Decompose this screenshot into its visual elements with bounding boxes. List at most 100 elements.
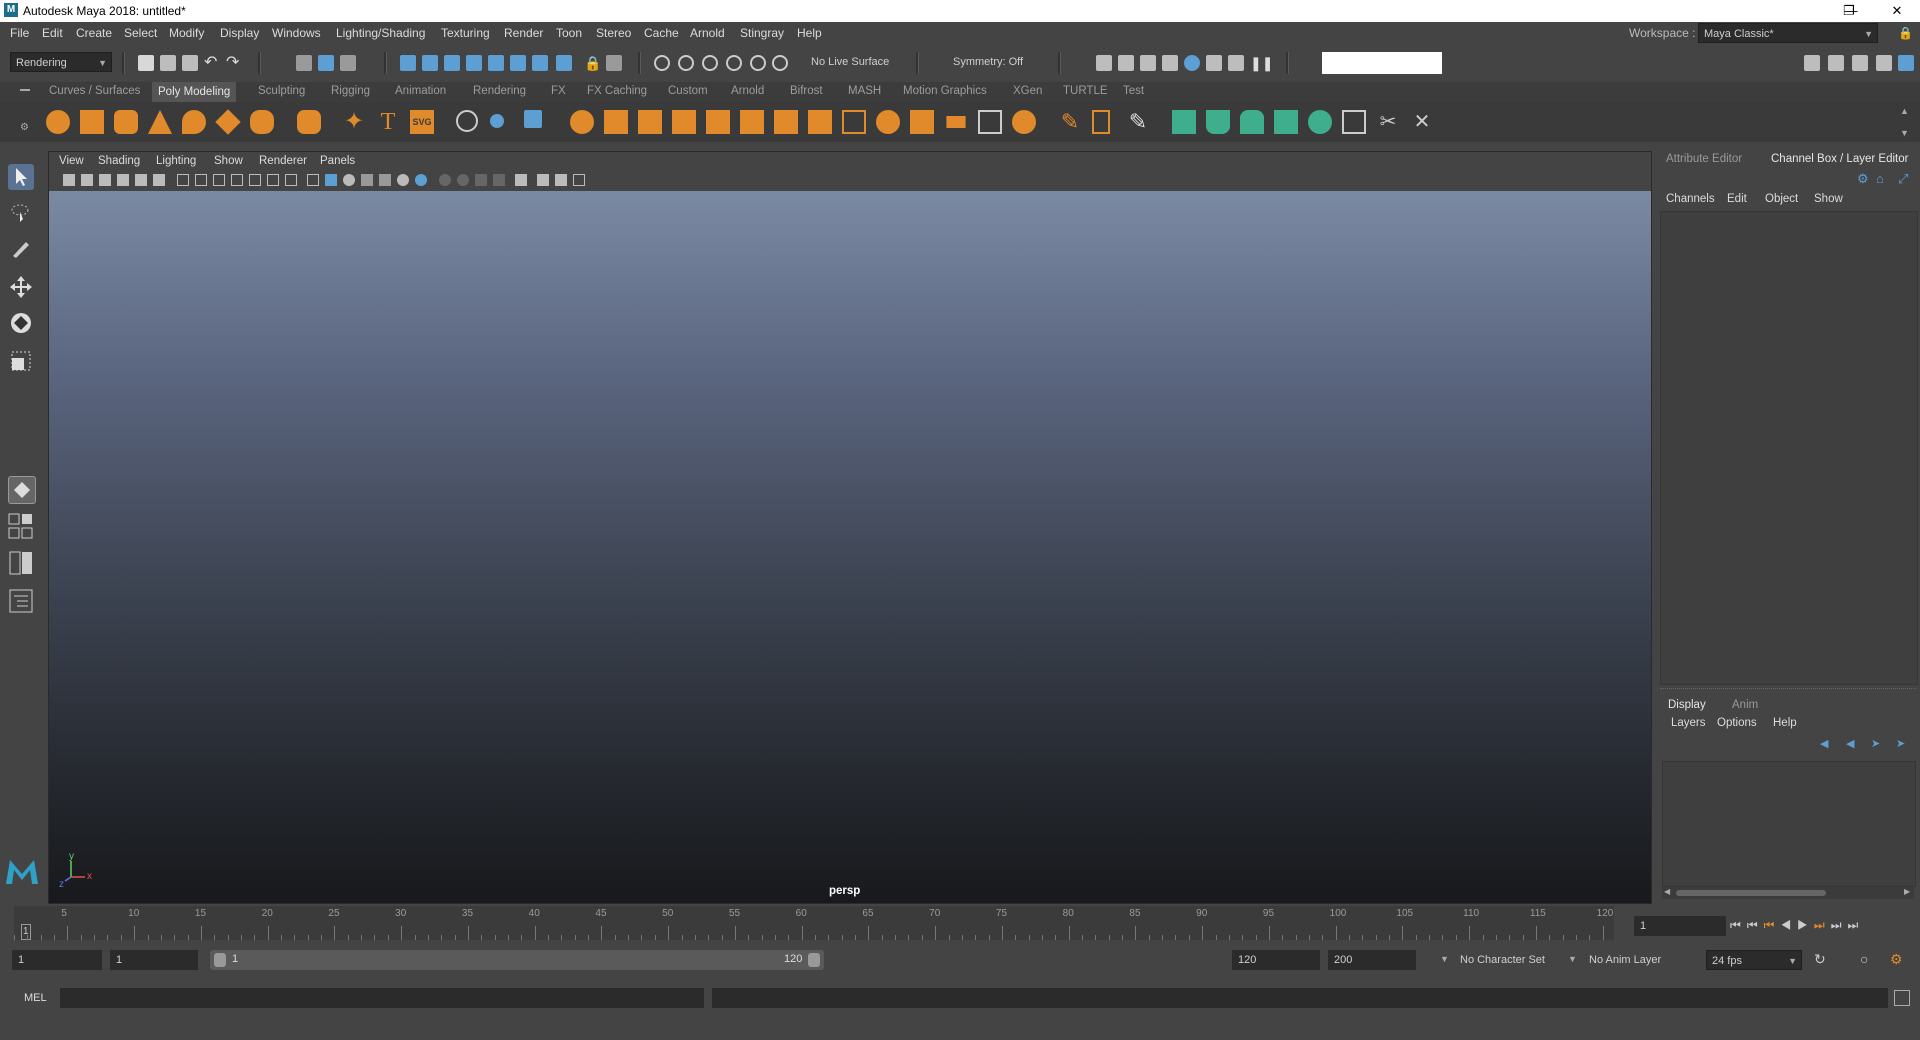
shelf-tab-poly-modeling[interactable]: Poly Modeling [152, 82, 237, 102]
menu-lighting-shading[interactable]: Lighting/Shading [336, 26, 425, 40]
script-editor-icon[interactable] [1894, 990, 1910, 1006]
viewport-menu-renderer[interactable]: Renderer [259, 155, 307, 167]
xray-joints-icon[interactable] [537, 174, 549, 186]
film-gate-icon[interactable] [195, 174, 207, 186]
channels-menu-edit[interactable]: Edit [1727, 193, 1747, 205]
scroll-thumb[interactable] [1676, 890, 1826, 896]
snap-help-icon[interactable] [556, 55, 572, 71]
menu-edit[interactable]: Edit [42, 26, 63, 40]
channels-menu-show[interactable]: Show [1814, 193, 1843, 205]
menu-file[interactable]: File [10, 26, 29, 40]
image-plane-icon[interactable] [117, 174, 129, 186]
bookmarks-icon[interactable] [99, 174, 111, 186]
append-icon[interactable] [946, 116, 966, 128]
shelf-settings-icon[interactable]: ⚙ [20, 122, 29, 133]
menu-texturing[interactable]: Texturing [441, 26, 490, 40]
use-all-lights-icon[interactable] [379, 174, 391, 186]
safe-title-icon[interactable] [285, 174, 297, 186]
time-ruler[interactable]: 1 5 10 15 20 25 30 35 40 45 50 55 60 65 70 75 80 85 90 95 1… [14, 906, 1614, 940]
select-object-icon[interactable] [318, 55, 334, 71]
step-back-frame-icon[interactable]: ⏮ [1747, 918, 1764, 932]
sculpt-tool-icon[interactable] [456, 110, 478, 132]
anim-layer-label[interactable]: No Anim Layer [1589, 954, 1661, 966]
exposure-icon[interactable] [573, 174, 585, 186]
select-tool-icon[interactable] [8, 164, 34, 190]
symmetry-dropdown[interactable]: Symmetry: Off [948, 52, 1044, 72]
poly-torus-icon[interactable] [182, 110, 206, 134]
smooth-icon[interactable] [672, 110, 696, 134]
new-empty-layer-icon[interactable]: ➤ [1871, 737, 1880, 750]
super-shape-icon[interactable]: ✦ [342, 110, 366, 134]
shelf-tab-animation[interactable]: Animation [395, 85, 446, 97]
quad-draw-icon[interactable]: ✎ [1126, 110, 1150, 134]
menuset-dropdown[interactable]: Rendering ▼ [10, 52, 112, 72]
cylindrical-mapping-icon[interactable] [1240, 110, 1264, 134]
range-slider-right-handle[interactable] [808, 953, 820, 967]
toggle-modeling-toolkit-icon[interactable] [1804, 55, 1820, 71]
tab-anim-layers[interactable]: Anim [1732, 699, 1758, 711]
construction-history-icon[interactable] [654, 55, 670, 71]
unfold-icon[interactable] [1308, 110, 1332, 134]
extrude-icon[interactable] [910, 110, 934, 134]
two-d-pan-zoom-icon[interactable] [135, 174, 147, 186]
menu-stereo[interactable]: Stereo [596, 26, 631, 40]
layer-list[interactable] [1662, 761, 1916, 887]
lock-icon[interactable]: 🔒 [584, 55, 601, 71]
snap-grid-icon[interactable] [400, 55, 416, 71]
combine-icon[interactable] [570, 110, 594, 134]
bridge-icon[interactable] [876, 110, 900, 134]
uv-editor-icon[interactable] [1172, 110, 1196, 134]
motion-blur-icon[interactable] [439, 174, 451, 186]
hypershade-icon[interactable] [1184, 55, 1200, 71]
four-view-layout-icon[interactable] [8, 512, 34, 542]
layers-menu-options[interactable]: Options [1717, 717, 1757, 729]
panel-splitter[interactable] [1660, 688, 1916, 693]
triangulate-icon[interactable] [774, 110, 798, 134]
resolution-gate-icon[interactable] [213, 174, 225, 186]
xray-icon[interactable] [515, 174, 527, 186]
loop-playback-icon[interactable]: ↻ [1814, 951, 1826, 968]
textured-icon[interactable] [361, 174, 373, 186]
checker-icon[interactable] [1342, 110, 1366, 134]
restore-button[interactable]: ❐ [1826, 0, 1872, 22]
menu-toon[interactable]: Toon [556, 26, 582, 40]
character-set-label[interactable]: No Character Set [1460, 954, 1545, 966]
select-component-icon[interactable] [340, 55, 356, 71]
toggle-outliner-icon[interactable] [1876, 55, 1892, 71]
snap-view-plane-icon[interactable] [466, 55, 482, 71]
undo-icon[interactable]: ↶ [204, 55, 220, 71]
shadows-icon[interactable] [397, 174, 409, 186]
menu-stingray[interactable]: Stingray [740, 26, 784, 40]
shelf-tab-sculpting[interactable]: Sculpting [258, 85, 305, 97]
depth-of-field-icon[interactable] [475, 174, 487, 186]
gate-mask-icon[interactable] [231, 174, 243, 186]
fill-hole-icon[interactable] [978, 110, 1002, 134]
poly-cone-icon[interactable] [148, 110, 172, 134]
quadrangulate-icon[interactable] [808, 110, 832, 134]
scale-tool-icon[interactable] [8, 348, 34, 374]
extract-icon[interactable] [638, 110, 662, 134]
arnold-render-icon[interactable] [1206, 55, 1222, 71]
ipr-render-icon[interactable] [1140, 55, 1156, 71]
script-language-label[interactable]: MEL [24, 992, 47, 1004]
multi-cut-icon[interactable]: ✎ [1058, 110, 1082, 134]
command-input[interactable] [60, 988, 704, 1008]
range-slider-left-handle[interactable] [214, 953, 226, 967]
shelf-tab-bifrost[interactable]: Bifrost [790, 85, 823, 97]
layers-menu-layers[interactable]: Layers [1671, 717, 1706, 729]
channels-menu-object[interactable]: Object [1765, 193, 1798, 205]
camera-attributes-icon[interactable] [81, 174, 93, 186]
viewport-menu-view[interactable]: View [59, 155, 84, 167]
new-layer-selected-icon[interactable]: ➤ [1896, 737, 1905, 750]
save-scene-icon[interactable] [182, 55, 198, 71]
open-scene-icon[interactable] [160, 55, 176, 71]
poly-cube-icon[interactable] [80, 110, 104, 134]
type-tool-icon[interactable]: T [376, 110, 400, 134]
snap-live-icon[interactable] [606, 55, 622, 71]
close-button[interactable]: ✕ [1874, 0, 1920, 22]
auto-key-icon[interactable]: ○ [1860, 951, 1868, 967]
menu-help[interactable]: Help [797, 26, 822, 40]
layer-list-scrollbar[interactable]: ◀ ▶ [1662, 887, 1914, 899]
cleanup-icon[interactable] [740, 110, 764, 134]
wireframe-icon[interactable] [307, 174, 319, 186]
